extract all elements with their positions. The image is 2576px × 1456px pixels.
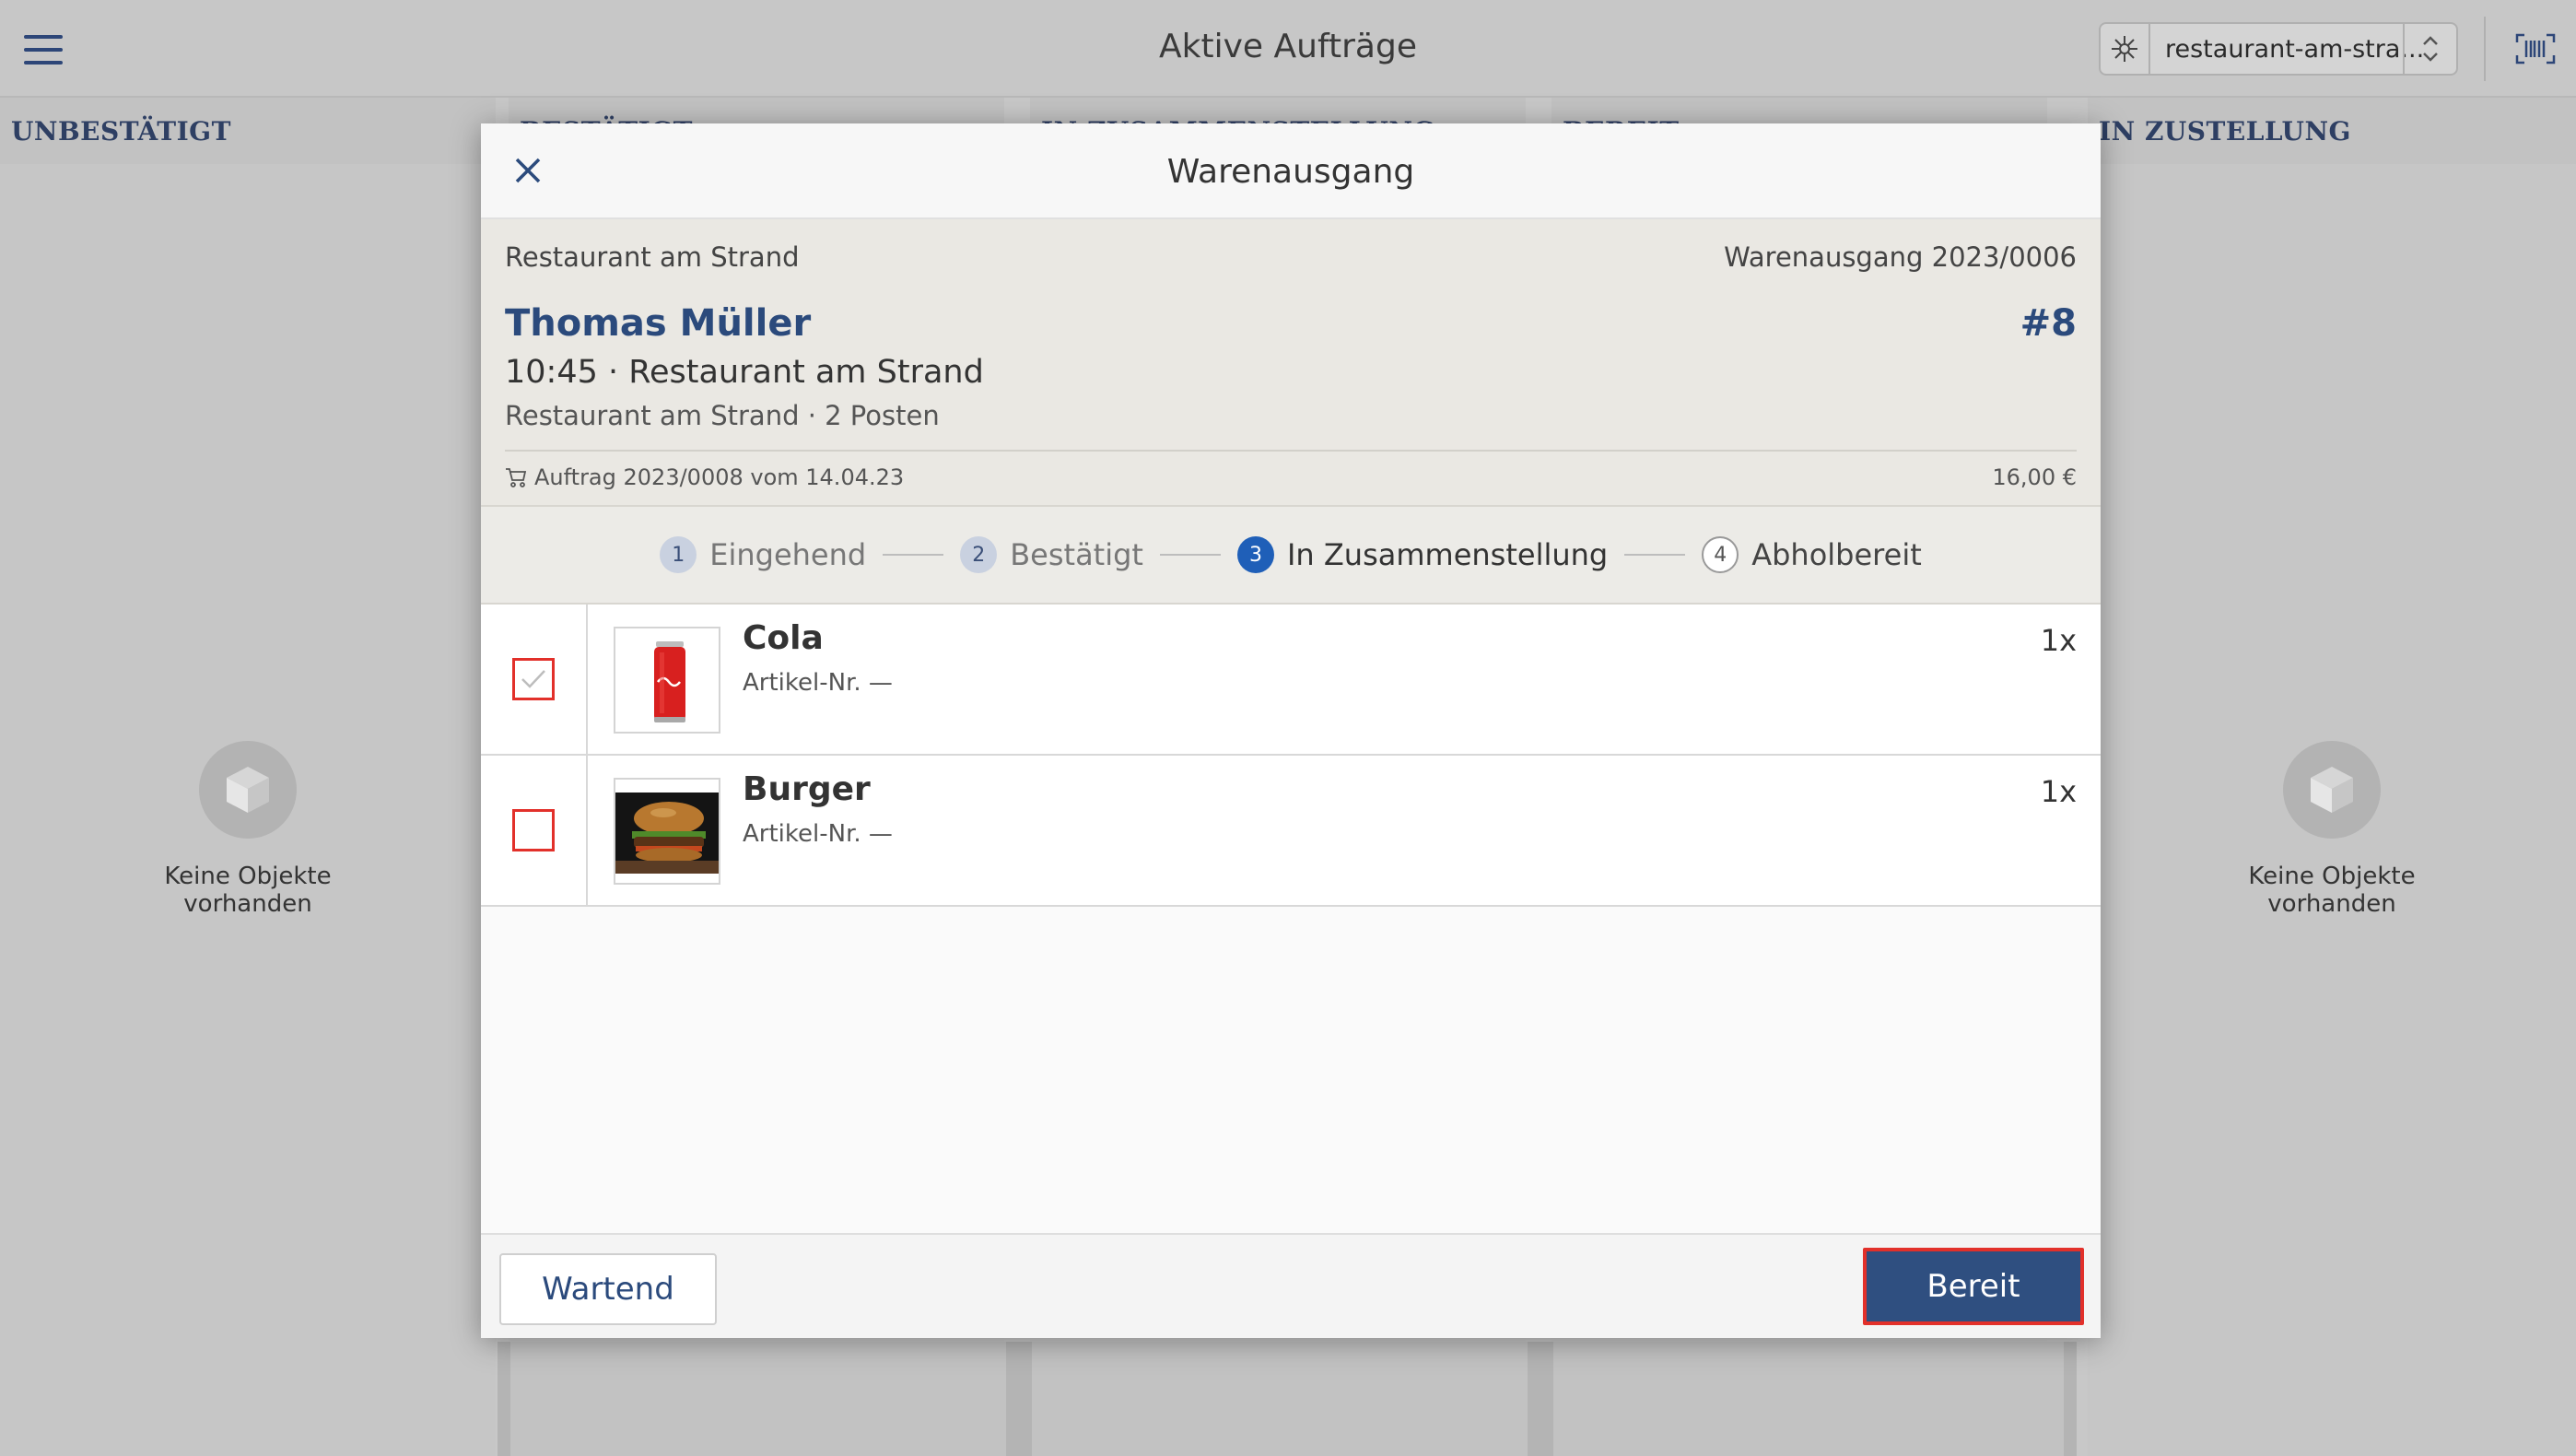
column-card-stub — [498, 1342, 1019, 1456]
step-label: Eingehend — [709, 537, 867, 572]
list-item: Burger Artikel-Nr. — 1x — [481, 756, 2101, 907]
item-list: Cola Artikel-Nr. — 1x Burger Artikel-Nr.… — [481, 605, 2101, 1231]
order-reference-text: Auftrag 2023/0008 vom 14.04.23 — [534, 464, 905, 490]
goods-issue-dialog: Warenausgang Restaurant am Strand Warena… — [481, 123, 2101, 1338]
step-assembling[interactable]: 3 In Zusammenstellung — [1236, 536, 1609, 573]
order-number: #8 — [2020, 302, 2077, 345]
column-header: IN ZUSTELLUNG — [2088, 98, 2576, 164]
step-label: In Zusammenstellung — [1286, 537, 1609, 572]
store-select-value: restaurant-am-stra... — [2165, 35, 2425, 64]
item-checkbox[interactable] — [512, 809, 555, 851]
document-number: Warenausgang 2023/0006 — [1724, 241, 2077, 273]
step-incoming[interactable]: 1 Eingehend — [660, 536, 866, 573]
box-icon — [2283, 741, 2381, 839]
ready-button[interactable]: Bereit — [1863, 1248, 2084, 1325]
column-card-stub — [1540, 1342, 2077, 1456]
divider — [2484, 17, 2486, 81]
step-number: 2 — [960, 536, 998, 573]
checkbox-cell — [481, 605, 588, 756]
step-connector — [883, 554, 944, 556]
empty-state-text: Keine Objekte vorhanden — [164, 863, 332, 918]
pickup-time: 10:45 · Restaurant am Strand — [505, 354, 984, 391]
order-summary: Restaurant am Strand · 2 Posten — [505, 400, 940, 431]
column-body: Keine Objekte vorhanden — [2088, 164, 2576, 1456]
step-number: 3 — [1236, 536, 1274, 573]
barcode-scan-icon[interactable] — [2515, 33, 2556, 65]
item-checkbox[interactable] — [512, 658, 555, 700]
waiting-button[interactable]: Wartend — [499, 1253, 717, 1325]
item-name: Burger — [743, 770, 871, 808]
column-header: UNBESTÄTIGT — [0, 98, 496, 164]
top-bar: Aktive Aufträge restaurant-am-stra... — [0, 0, 2576, 98]
empty-state: Keine Objekte vorhanden — [2194, 741, 2470, 918]
store-select[interactable]: restaurant-am-stra... — [2099, 22, 2458, 76]
cart-icon — [506, 468, 527, 487]
item-quantity: 1x — [2040, 774, 2077, 809]
step-label: Bestätigt — [1010, 537, 1143, 572]
column-in-delivery: IN ZUSTELLUNG Keine Objekte vorhanden — [2088, 98, 2576, 1456]
status-stepper: 1 Eingehend 2 Bestätigt 3 In Zusammenste… — [481, 507, 2101, 605]
divider — [505, 450, 2077, 452]
order-total: 16,00 € — [1992, 464, 2077, 490]
step-connector — [1159, 554, 1221, 556]
column-body: Keine Objekte vorhanden — [0, 164, 496, 1456]
empty-state: Keine Objekte vorhanden — [110, 741, 386, 918]
burger-icon — [614, 778, 720, 885]
empty-state-text: Keine Objekte vorhanden — [2248, 863, 2416, 918]
step-connector — [1624, 554, 1686, 556]
order-reference: Auftrag 2023/0008 vom 14.04.23 — [505, 464, 904, 490]
step-confirmed[interactable]: 2 Bestätigt — [960, 536, 1143, 573]
box-icon — [199, 741, 297, 839]
step-number: 4 — [1702, 536, 1739, 573]
step-number: 1 — [660, 536, 697, 573]
item-quantity: 1x — [2040, 623, 2077, 658]
check-icon — [521, 670, 545, 688]
dialog-title: Warenausgang — [1166, 153, 1415, 191]
column-card-stub — [1019, 1342, 1540, 1456]
item-sku: Artikel-Nr. — — [743, 669, 893, 697]
item-name: Cola — [743, 619, 824, 657]
cola-can-icon — [614, 627, 720, 734]
dialog-header: Warenausgang — [481, 123, 2101, 219]
chevron-updown-icon[interactable] — [2403, 24, 2456, 74]
item-sku: Artikel-Nr. — — [743, 820, 893, 848]
list-item: Cola Artikel-Nr. — 1x — [481, 605, 2101, 756]
step-ready-for-pickup[interactable]: 4 Abholbereit — [1702, 536, 1922, 573]
store-network-icon — [2101, 24, 2150, 74]
dialog-footer: Wartend Bereit — [481, 1233, 2101, 1338]
order-info: Restaurant am Strand Warenausgang 2023/0… — [481, 219, 2101, 507]
store-name: Restaurant am Strand — [505, 241, 800, 273]
checkbox-cell — [481, 756, 588, 907]
step-label: Abholbereit — [1751, 537, 1922, 572]
customer-name: Thomas Müller — [505, 302, 812, 345]
column-unconfirmed: UNBESTÄTIGT Keine Objekte vorhanden — [0, 98, 496, 1456]
